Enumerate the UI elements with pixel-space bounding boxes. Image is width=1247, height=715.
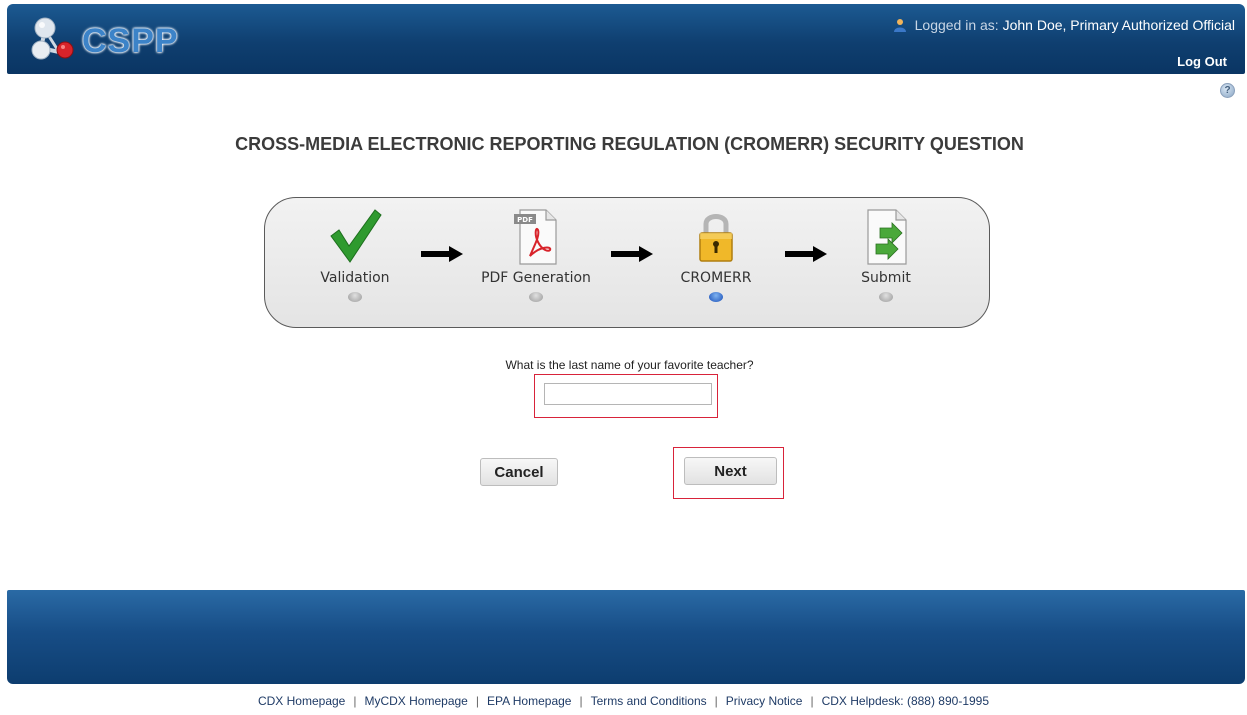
step-label: PDF Generation — [481, 270, 591, 286]
step-indicator — [529, 292, 543, 302]
submit-document-icon — [867, 209, 907, 265]
separator: | — [714, 694, 718, 708]
footer-link-privacy[interactable]: Privacy Notice — [726, 694, 803, 708]
logged-in-prefix: Logged in as: — [914, 17, 999, 33]
footer-link-epa-homepage[interactable]: EPA Homepage — [487, 694, 572, 708]
step-label: Validation — [320, 270, 390, 286]
checkmark-icon — [330, 209, 382, 263]
padlock-icon — [699, 214, 733, 262]
step-validation: Validation — [295, 206, 415, 302]
step-submit: Submit — [826, 206, 946, 302]
footer-link-terms[interactable]: Terms and Conditions — [591, 694, 707, 708]
pdf-icon: PDF — [514, 209, 557, 265]
cancel-button[interactable]: Cancel — [480, 458, 558, 486]
next-button[interactable]: Next — [684, 457, 777, 485]
step-indicator-active — [709, 292, 723, 302]
page-title: CROSS-MEDIA ELECTRONIC REPORTING REGULAT… — [235, 134, 1024, 154]
separator: | — [475, 694, 479, 708]
step-indicator — [348, 292, 362, 302]
security-question-label: What is the last name of your favorite t… — [505, 358, 754, 372]
progress-stepper: Validation PDF PDF Generation CROMERR Su… — [264, 197, 990, 328]
security-answer-input[interactable] — [544, 383, 712, 405]
footer-link-mycdx-homepage[interactable]: MyCDX Homepage — [364, 694, 467, 708]
footer-link-helpdesk[interactable]: CDX Helpdesk: (888) 890-1995 — [822, 694, 989, 708]
arrow-right-icon — [421, 246, 463, 262]
step-label: Submit — [861, 270, 911, 286]
page-frame — [7, 4, 1245, 684]
arrow-right-icon — [611, 246, 653, 262]
separator: | — [353, 694, 357, 708]
help-icon[interactable]: ? — [1220, 83, 1235, 98]
logout-link[interactable]: Log Out — [1177, 54, 1227, 69]
step-cromerr: CROMERR — [656, 206, 776, 302]
molecule-logo-icon — [31, 17, 74, 60]
step-indicator — [879, 292, 893, 302]
header-bar: CSPP Logged in as: John Doe, Primary Aut… — [7, 4, 1245, 74]
footer-band — [7, 590, 1245, 684]
step-label: CROMERR — [680, 270, 752, 286]
cspp-logo[interactable]: CSPP — [25, 14, 205, 64]
separator: | — [810, 694, 814, 708]
logged-in-status: Logged in as: John Doe, Primary Authoriz… — [893, 17, 1235, 33]
user-icon — [893, 19, 906, 32]
step-pdf-generation: PDF PDF Generation — [476, 206, 596, 302]
footer-links: CDX Homepage | MyCDX Homepage | EPA Homepage… — [0, 694, 1247, 708]
arrow-right-icon — [785, 246, 827, 262]
svg-text:PDF: PDF — [517, 216, 533, 224]
app-name: CSPP — [82, 22, 179, 60]
footer-link-cdx-homepage[interactable]: CDX Homepage — [258, 694, 345, 708]
user-name: John Doe, Primary Authorized Official — [1002, 17, 1235, 33]
separator: | — [579, 694, 583, 708]
